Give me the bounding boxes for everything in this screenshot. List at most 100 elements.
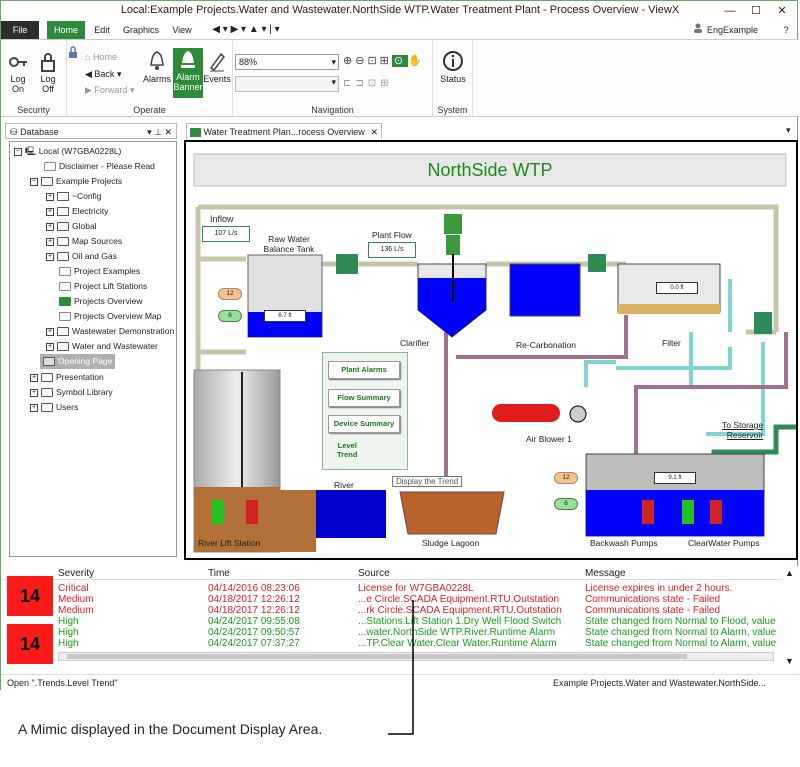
tree-node[interactable]: Projects Overview Map <box>59 309 161 324</box>
minimize-button[interactable]: — <box>717 2 743 20</box>
air-blower <box>492 404 560 422</box>
alarm-banner-button[interactable]: Alarm Banner <box>173 48 203 98</box>
tab-graphics[interactable]: Graphics <box>121 21 161 39</box>
tree-node[interactable]: − Example Projects <box>30 174 122 189</box>
filter-inlet-valve <box>588 254 606 272</box>
tree-node[interactable]: + Wastewater Demonstration <box>46 324 174 339</box>
pan-hand-icon[interactable]: ✋ <box>408 55 425 67</box>
mimic-icon <box>190 128 201 138</box>
tree-node[interactable]: Project Examples <box>59 264 140 279</box>
tab-list-icon[interactable]: ▾ <box>786 125 791 136</box>
security-group-label: Security <box>17 105 50 115</box>
tree-node[interactable]: Projects Overview <box>59 294 143 309</box>
close-button[interactable]: ✕ <box>769 2 795 20</box>
recarbonation-tank <box>509 263 581 317</box>
clarifier-gearbox <box>446 235 460 255</box>
tab-file[interactable]: File <box>1 21 39 39</box>
tree-node[interactable]: + Water and Wastewater <box>46 339 158 354</box>
tree-node[interactable]: + Global <box>46 219 97 234</box>
zoom-tools[interactable]: ⊕⊖⊡⊞ ⊙ ✋ <box>343 54 425 67</box>
plant-flow-label: Plant Flow <box>372 230 412 240</box>
user-icon <box>691 21 705 39</box>
folder-icon <box>57 192 69 202</box>
column-message[interactable]: Message <box>585 568 626 579</box>
alarms-button[interactable]: Alarms <box>143 50 171 84</box>
callout-line <box>388 600 414 735</box>
layout-tools[interactable]: ⊏⊐⊡⊞ <box>343 78 393 89</box>
column-severity[interactable]: Severity <box>58 568 94 579</box>
navigation-group-label: Navigation <box>311 105 354 115</box>
pan-zoom-icon[interactable]: ⊙ <box>391 55 409 67</box>
zoom-out-icon[interactable]: ⊖ <box>355 55 367 67</box>
forward-arrow-icon: ▶ <box>85 85 95 95</box>
viewx-window: Local:Example Projects.Water and Wastewa… <box>0 0 799 690</box>
key-icon <box>9 57 27 67</box>
close-tab-icon[interactable]: ✕ <box>370 124 378 140</box>
folder-icon <box>57 252 69 262</box>
operate-group-icon <box>67 46 87 63</box>
zoom-area-icon[interactable]: ⊡ <box>367 55 379 67</box>
document-tab[interactable]: Water Treatment Plan...rocess Overview ✕ <box>186 123 382 139</box>
forward-button[interactable]: ▶ Forward ▾ <box>85 85 134 95</box>
zoom-fit-icon[interactable]: ⊞ <box>380 55 392 67</box>
tree-node[interactable]: + ~Config <box>46 189 102 204</box>
clearwell-high-badge: 12 <box>554 472 578 484</box>
log-on-button[interactable]: Log On <box>5 52 31 94</box>
folder-icon <box>57 207 69 217</box>
folder-icon <box>41 177 53 187</box>
river-lift-label: River Lift Station <box>198 538 261 548</box>
filter-level: 0.0 ft <box>656 282 698 294</box>
plant-alarms-button[interactable]: Plant Alarms <box>328 361 400 379</box>
figure-caption: A Mimic displayed in the Document Displa… <box>18 721 323 737</box>
tree-node[interactable]: Project Lift Stations <box>59 279 147 294</box>
tree-node[interactable]: + Oil and Gas <box>46 249 117 264</box>
tab-view[interactable]: View <box>169 21 195 39</box>
security-group: Log On Log Off Security <box>1 40 67 117</box>
events-button[interactable]: Events <box>203 50 231 84</box>
status-button[interactable]: Status <box>437 50 469 84</box>
backwash-pumps-label: Backwash Pumps <box>590 538 658 548</box>
log-off-button[interactable]: Log Off <box>35 52 61 94</box>
quick-access-toolbar[interactable]: ◀ ▾ ▶ ▾ ▲ ▾ | ▾ <box>201 21 291 39</box>
help-icon[interactable]: ? <box>777 21 795 39</box>
tab-edit[interactable]: Edit <box>89 21 115 39</box>
lock-icon <box>41 53 55 72</box>
column-source[interactable]: Source <box>358 568 390 579</box>
chevron-down-icon: ▾ <box>331 57 336 67</box>
river-label: River <box>334 480 354 490</box>
tree-node[interactable]: + Electricity <box>46 204 108 219</box>
zoom-in-icon[interactable]: ⊕ <box>343 55 355 67</box>
column-time[interactable]: Time <box>208 568 230 579</box>
clearwell-level: 9.1 ft <box>654 472 696 484</box>
to-storage-link[interactable]: To Storage Reservoir <box>722 420 763 440</box>
device-summary-button[interactable]: Device Summary <box>328 415 400 433</box>
clearwater-pump-2 <box>710 500 722 524</box>
tree-node[interactable]: − 🖳 Local (W7GBA0228L) <box>14 144 121 159</box>
setpoint-low-badge: 6 <box>218 310 242 322</box>
maximize-button[interactable]: ☐ <box>743 2 769 20</box>
tree-node[interactable]: + Presentation <box>30 370 104 385</box>
tree-node-selected[interactable]: Opening Page <box>40 354 116 369</box>
tree-node[interactable]: + Symbol Library <box>30 385 113 400</box>
tree-node[interactable]: Disclaimer - Please Read <box>44 159 155 174</box>
pane-controls[interactable]: ▾ ⊥ ✕ <box>147 124 172 140</box>
flow-summary-button[interactable]: Flow Summary <box>328 389 400 407</box>
back-button[interactable]: ◀ Back ▾ <box>85 69 121 79</box>
tree-node[interactable]: + Map Sources <box>46 234 122 249</box>
ribbon-tabs: File Home Edit Graphics View ◀ ▾ ▶ ▾ ▲ ▾… <box>1 21 799 39</box>
chevron-down-icon: ▾ <box>331 77 336 87</box>
events-icon <box>209 52 225 72</box>
inflow-label: Inflow <box>210 214 234 224</box>
alarm-banner-icon <box>181 51 195 68</box>
zoom-combo[interactable]: 88% ▾ <box>235 54 339 70</box>
scroll-up-icon[interactable]: ▲ <box>785 568 794 578</box>
level-trend-link[interactable]: Level Trend <box>337 441 357 459</box>
tab-home[interactable]: Home <box>47 21 85 39</box>
lift-pump-red <box>246 500 258 524</box>
computer-icon: 🖳 <box>25 146 39 156</box>
navigation-combo[interactable]: ▾ <box>235 76 339 92</box>
home-button[interactable]: ⌂ Home <box>85 52 117 62</box>
trend-tooltip: Display the Trend <box>392 476 463 487</box>
user-name: EngExample <box>707 25 759 35</box>
tree-node[interactable]: + Users <box>30 400 78 415</box>
